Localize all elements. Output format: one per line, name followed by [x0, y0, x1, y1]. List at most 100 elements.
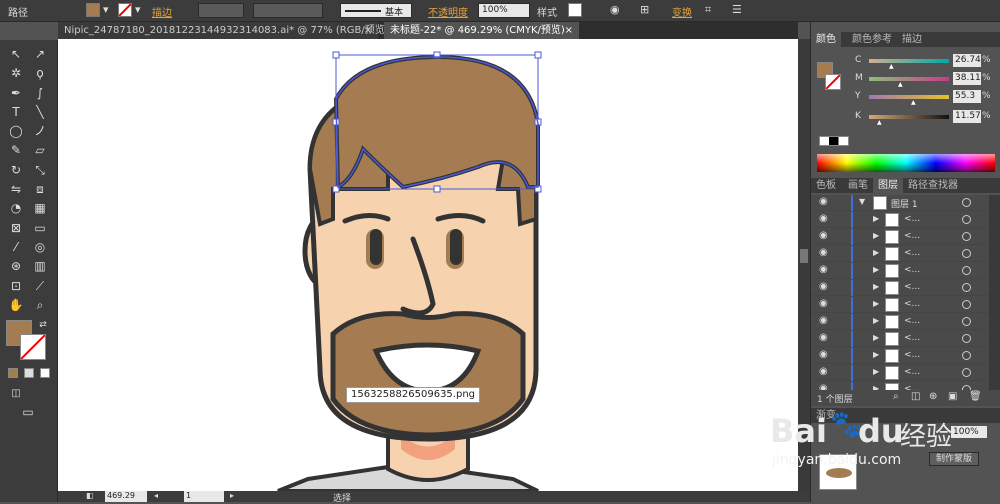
- variable-width-select[interactable]: [253, 3, 323, 18]
- zoom-input[interactable]: 469.29: [105, 491, 147, 502]
- align-icon[interactable]: ⊞: [640, 3, 649, 16]
- channel-value-input[interactable]: 11.57: [953, 110, 981, 123]
- menu-icon[interactable]: ☰: [732, 3, 742, 16]
- clip-mask-icon[interactable]: ◫: [911, 391, 920, 402]
- expand-icon[interactable]: ▶: [873, 231, 879, 240]
- tab-layers[interactable]: 图层: [873, 178, 903, 193]
- tab-color-guide[interactable]: 颜色参考: [847, 32, 897, 47]
- channel-value-input[interactable]: 26.74: [953, 54, 981, 67]
- new-layer-icon[interactable]: ▣: [948, 391, 957, 402]
- tab-document-2[interactable]: 未标题-22* @ 469.29% (CMYK/预览) ×: [384, 22, 579, 39]
- brush-definition-select[interactable]: 基本: [340, 3, 412, 18]
- curvature-tool-icon[interactable]: ∫: [30, 85, 50, 102]
- target-circle-icon[interactable]: [962, 198, 971, 207]
- isolate-icon[interactable]: ⌗: [705, 3, 711, 17]
- slider-thumb-icon[interactable]: ▲: [889, 63, 894, 70]
- slider-thumb-icon[interactable]: ▲: [877, 119, 882, 126]
- target-circle-icon[interactable]: [962, 317, 971, 326]
- graphic-style-swatch[interactable]: [568, 3, 582, 17]
- tab-swatches[interactable]: 色板: [811, 178, 841, 193]
- sublayer-row[interactable]: ◉ ▶ <...: [811, 212, 989, 228]
- eyedropper-tool-icon[interactable]: ⁄: [6, 239, 26, 256]
- target-circle-icon[interactable]: [962, 266, 971, 275]
- target-circle-icon[interactable]: [962, 215, 971, 224]
- paintbrush-tool-icon[interactable]: ノ: [30, 123, 50, 140]
- eye-icon[interactable]: ◉: [819, 264, 828, 275]
- sublayer-row[interactable]: ◉ ▶ <...: [811, 365, 989, 381]
- sublayer-row[interactable]: ◉ ▶ <...: [811, 314, 989, 330]
- selection-tool-icon[interactable]: ↖: [6, 46, 26, 63]
- artboard-tool-icon[interactable]: ⊡: [6, 278, 26, 295]
- recolor-icon[interactable]: ◉: [610, 3, 620, 16]
- channel-value-input[interactable]: 55.3: [953, 90, 981, 103]
- tab-document-1[interactable]: Nipic_24787180_20181223144932314083.ai* …: [58, 22, 389, 39]
- slider-track[interactable]: [869, 77, 949, 81]
- expand-icon[interactable]: ▶: [873, 316, 879, 325]
- column-graph-tool-icon[interactable]: ▥: [30, 258, 50, 275]
- slider-thumb-icon[interactable]: ▲: [898, 81, 903, 88]
- type-tool-icon[interactable]: T: [6, 104, 26, 121]
- direct-selection-tool-icon[interactable]: ↗: [30, 46, 50, 63]
- ellipse-tool-icon[interactable]: ◯: [6, 123, 26, 140]
- sublayer-row[interactable]: ◉ ▶ <...: [811, 280, 989, 296]
- expand-icon[interactable]: ▶: [873, 299, 879, 308]
- tab-color[interactable]: 颜色: [811, 32, 841, 47]
- artboard-canvas[interactable]: 1563258826509635.png: [58, 39, 798, 491]
- slider-thumb-icon[interactable]: ▲: [911, 99, 916, 106]
- transform-label[interactable]: 变换: [672, 4, 692, 19]
- slice-tool-icon[interactable]: ⟋: [30, 278, 50, 295]
- eye-icon[interactable]: ◉: [819, 383, 828, 390]
- page-input[interactable]: 1: [184, 491, 224, 502]
- tab-stroke[interactable]: 描边: [897, 32, 927, 47]
- eye-icon[interactable]: ◉: [819, 247, 828, 258]
- slider-track[interactable]: [869, 59, 949, 63]
- magic-wand-tool-icon[interactable]: ✲: [6, 65, 26, 82]
- free-transform-tool-icon[interactable]: ⧈: [30, 181, 50, 198]
- expand-icon[interactable]: ▶: [873, 214, 879, 223]
- gradient-mode-icon[interactable]: [24, 368, 34, 378]
- locate-icon[interactable]: ⌕: [893, 391, 899, 402]
- scale-tool-icon[interactable]: ⤡: [30, 162, 50, 179]
- stroke-weight-select[interactable]: [198, 3, 244, 18]
- sublayer-row[interactable]: ◉ ▶ <...: [811, 382, 989, 390]
- sublayer-row[interactable]: ◉ ▶ <...: [811, 246, 989, 262]
- stroke-swatch[interactable]: [118, 3, 132, 17]
- eye-icon[interactable]: ◉: [819, 281, 828, 292]
- expand-icon[interactable]: ▶: [873, 265, 879, 274]
- eye-icon[interactable]: ◉: [819, 230, 828, 241]
- pen-tool-icon[interactable]: ✒: [6, 85, 26, 102]
- expand-icon[interactable]: ▶: [873, 367, 879, 376]
- none-mode-icon[interactable]: [40, 368, 50, 378]
- rotate-tool-icon[interactable]: ↻: [6, 162, 26, 179]
- gradient-tool-icon[interactable]: ▭: [30, 220, 50, 237]
- channel-value-input[interactable]: 38.11: [953, 72, 981, 85]
- expand-icon[interactable]: ▶: [873, 248, 879, 257]
- tab-pathfinder[interactable]: 路径查找器: [903, 178, 963, 193]
- sublayer-row[interactable]: ◉ ▶ <...: [811, 297, 989, 313]
- none-black-white-swatches[interactable]: [819, 136, 849, 146]
- layers-scrollbar[interactable]: [989, 195, 1000, 390]
- chevron-down-icon[interactable]: ▾: [103, 3, 109, 16]
- expand-icon[interactable]: ▶: [873, 333, 879, 342]
- eye-icon[interactable]: ◉: [819, 298, 828, 309]
- blend-tool-icon[interactable]: ◎: [30, 239, 50, 256]
- width-tool-icon[interactable]: ⇋: [6, 181, 26, 198]
- delete-icon[interactable]: 🗑: [969, 391, 982, 402]
- eraser-tool-icon[interactable]: ▱: [30, 142, 50, 159]
- panel-stroke-box[interactable]: [825, 74, 841, 90]
- color-mode-icon[interactable]: [8, 368, 18, 378]
- eye-icon[interactable]: ◉: [819, 332, 828, 343]
- fill-swatch[interactable]: [86, 3, 100, 17]
- target-circle-icon[interactable]: [962, 351, 971, 360]
- shape-builder-tool-icon[interactable]: ◔: [6, 200, 26, 217]
- close-icon[interactable]: ×: [364, 22, 372, 39]
- eye-icon[interactable]: ◉: [819, 366, 828, 377]
- hand-tool-icon[interactable]: ✋: [6, 297, 26, 314]
- expand-icon[interactable]: ▶: [873, 350, 879, 359]
- next-page-icon[interactable]: ▸: [230, 491, 234, 500]
- swap-colors-icon[interactable]: ⇄: [33, 317, 53, 334]
- chevron-down-icon[interactable]: ▾: [135, 3, 141, 16]
- expand-icon[interactable]: ▼: [859, 197, 865, 206]
- stroke-label[interactable]: 描边: [152, 4, 172, 19]
- prev-page-icon[interactable]: ◂: [154, 491, 158, 500]
